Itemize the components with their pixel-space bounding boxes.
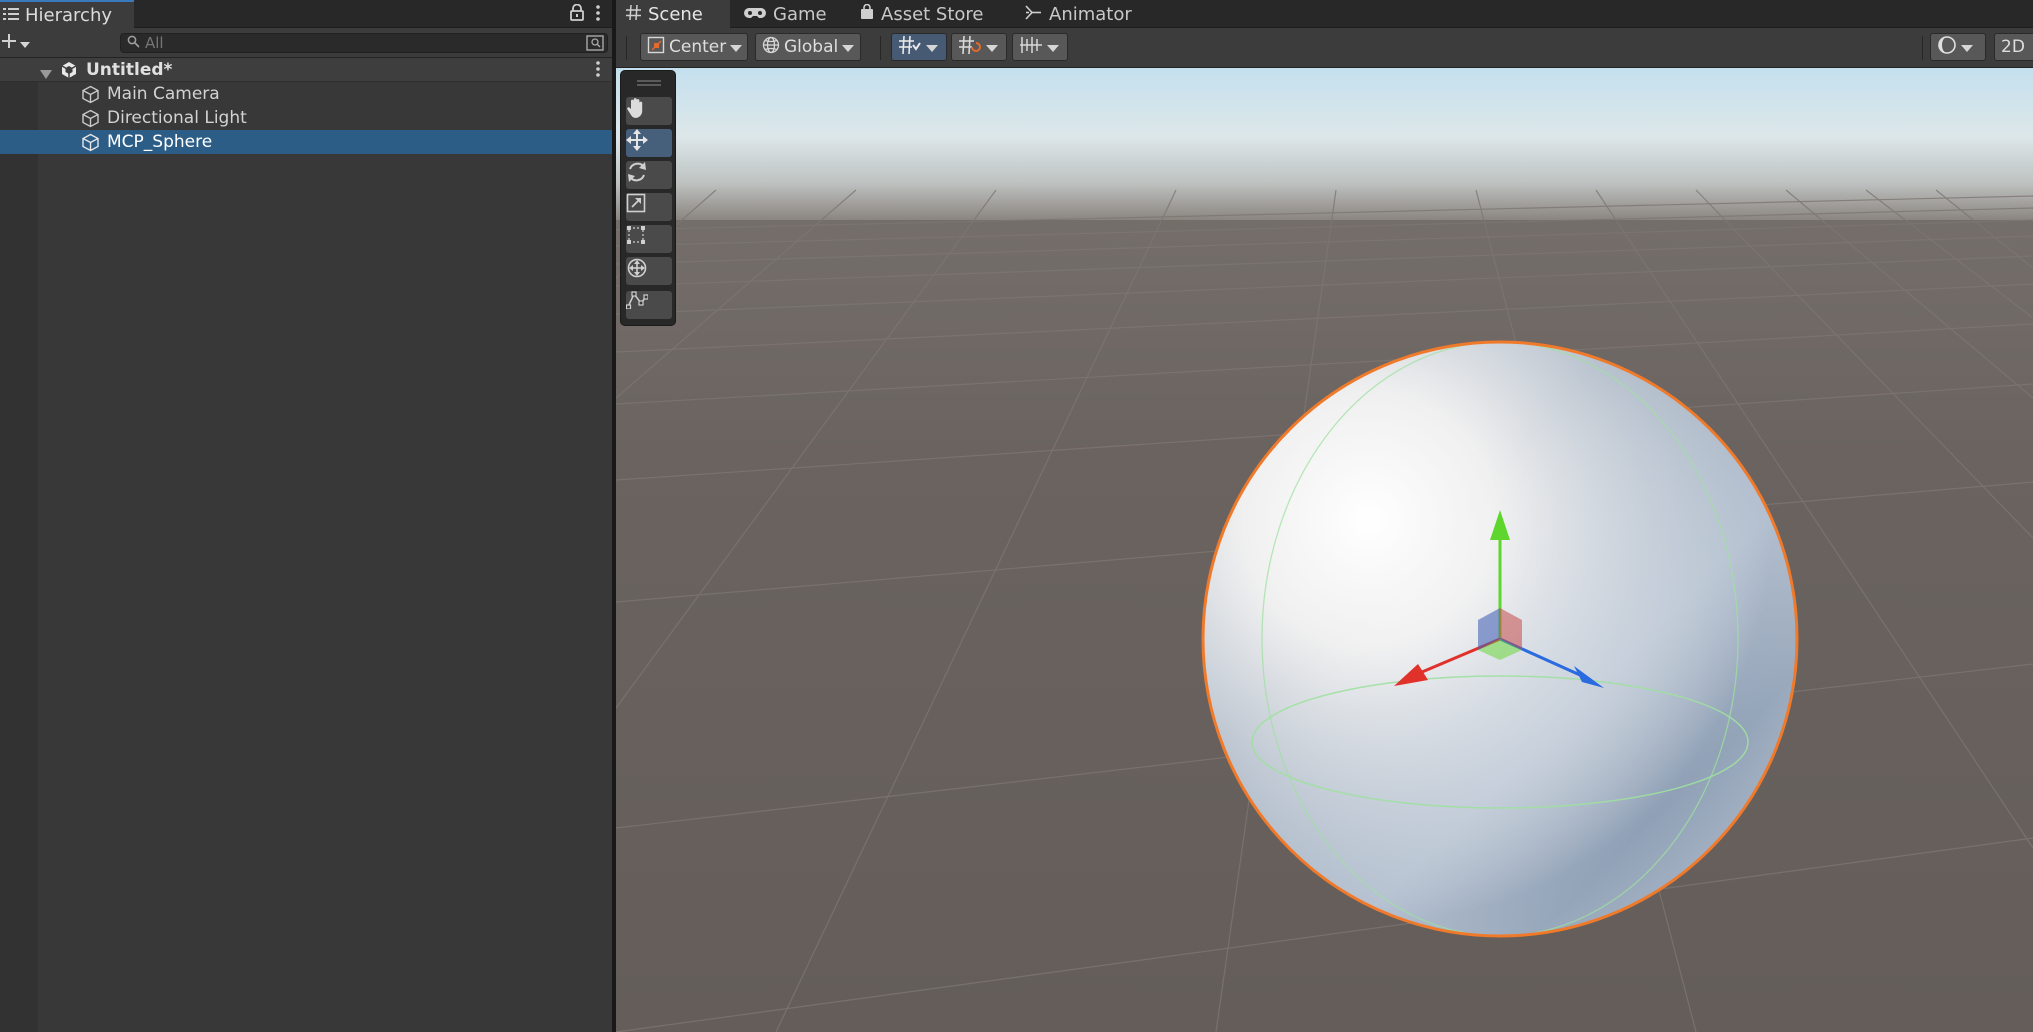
toolbar-separator [1922,36,1923,60]
overlay-grip[interactable] [637,80,661,86]
sky [616,68,2033,220]
hierarchy-item-directional-light[interactable]: Directional Light [0,106,612,130]
increment-snap-icon [958,35,982,60]
increment-snap-dropdown[interactable] [951,33,1007,61]
add-object-button[interactable] [2,32,36,54]
scene-name: Untitled* [86,59,173,80]
globe-icon [762,36,780,59]
grid-snap-icon [898,35,922,60]
grid-visibility-dropdown[interactable] [1012,33,1068,61]
hierarchy-toolbar [0,28,614,58]
scene-render[interactable] [616,68,2033,1032]
tab-label: Scene [648,3,703,25]
toolbar-separator [626,36,627,60]
chevron-down-icon [842,37,855,57]
search-input[interactable] [145,34,545,52]
tab-game[interactable]: Game [734,0,837,28]
hierarchy-item-main-camera[interactable]: Main Camera [0,82,612,106]
tab-hierarchy[interactable]: Hierarchy [0,0,134,28]
unity-scene-icon [60,61,78,84]
shaded-sphere-icon [1937,35,1957,60]
scene-viewport[interactable] [616,68,2033,1032]
animator-icon [1024,4,1042,25]
rotate-tool-button[interactable] [626,161,672,189]
hierarchy-panel: Hierarchy All Untitled* Main Camera Dire… [0,0,614,1032]
pivot-rotation-dropdown[interactable]: Global [755,33,861,61]
hierarchy-gutter [0,58,38,1032]
chevron-down-icon[interactable] [926,37,938,57]
search-icon [127,33,140,53]
scene-panel: Scene Game Asset Store Animator Center G… [616,0,2033,1032]
scale-tool-button[interactable] [626,193,672,221]
scene-toolbar: Center Global 2D [616,28,2033,68]
rect-tool-button[interactable] [626,225,672,253]
more-options-icon[interactable] [596,4,600,26]
tab-scene[interactable]: Scene [616,0,730,28]
search-mode-icon[interactable] [586,35,604,56]
tab-asset-store[interactable]: Asset Store [850,0,994,28]
shopping-bag-icon [860,3,874,25]
grid-snap-toggle[interactable] [891,33,947,61]
toggle-2d-button[interactable]: 2D [1994,33,2033,61]
scene-tabbar: Scene Game Asset Store Animator [616,0,2033,28]
scene-row[interactable]: Untitled* [0,58,612,82]
tab-label: Animator [1049,3,1132,25]
tab-label: Asset Store [881,3,984,25]
chevron-down-icon [1961,37,1973,57]
tab-animator[interactable]: Animator [1014,0,1142,28]
shading-mode-dropdown[interactable] [1930,33,1986,61]
hierarchy-item-label: Directional Light [107,108,247,128]
move-tool-button[interactable] [626,129,672,157]
custom-tool-button[interactable] [626,291,672,319]
toggle-2d-label: 2D [2001,37,2025,57]
plus-icon [2,33,16,53]
transform-tool-button[interactable] [626,257,672,285]
grid-hash-icon [626,4,641,25]
hierarchy-item-label: Main Camera [107,84,220,104]
pivot-center-icon [647,36,665,59]
search-field[interactable] [120,33,608,53]
chevron-down-icon [730,37,743,57]
list-icon [3,5,19,26]
tab-label: Game [773,3,827,25]
chevron-down-icon[interactable] [986,37,998,57]
chevron-down-icon[interactable] [1047,37,1059,57]
lock-icon[interactable] [570,3,584,26]
pivot-mode-label: Center [669,37,727,57]
tools-overlay [620,70,676,326]
pivot-mode-dropdown[interactable]: Center [640,33,748,61]
hierarchy-item-mcp-sphere[interactable]: MCP_Sphere [0,130,612,154]
cube-icon [81,133,100,157]
chevron-down-icon [20,33,30,53]
more-options-icon[interactable] [596,61,600,82]
ruler-grid-icon [1019,36,1043,59]
hierarchy-item-label: MCP_Sphere [107,132,213,152]
toolbar-separator [880,36,881,60]
hierarchy-tab-label: Hierarchy [25,4,113,26]
hierarchy-tabbar: Hierarchy [0,0,614,28]
gamepad-icon [744,4,766,25]
hand-tool-button[interactable] [626,97,672,125]
pivot-rotation-label: Global [784,37,839,57]
